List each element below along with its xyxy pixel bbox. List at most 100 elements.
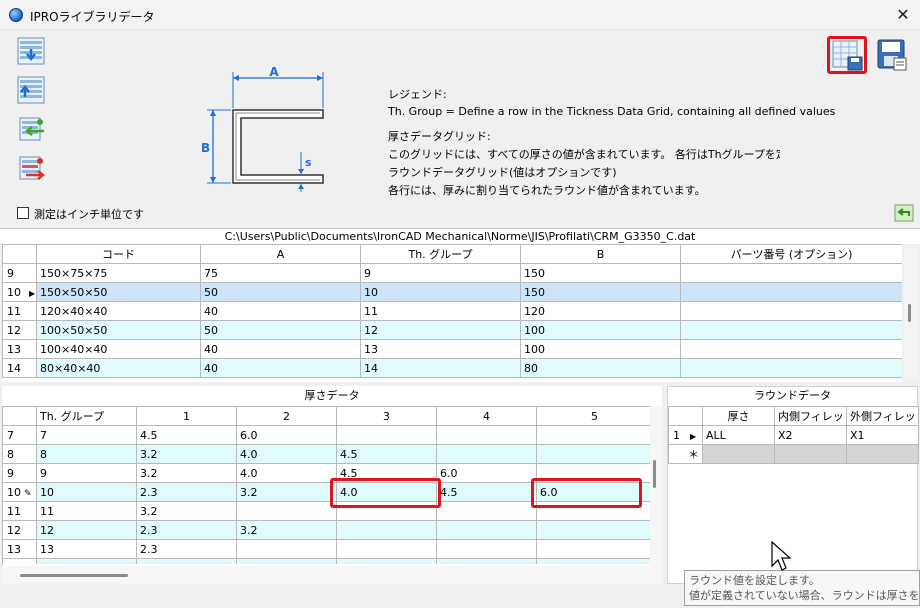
cell-part[interactable] [680,263,902,283]
cell-a[interactable]: 40 [200,358,361,378]
insert-row-below-button[interactable] [16,36,46,66]
close-button[interactable]: ✕ [892,5,914,25]
row-header[interactable]: 8 [2,444,37,464]
row-header[interactable]: 12 [2,520,37,540]
cell-th[interactable]: 14 [360,358,521,378]
cell-b[interactable]: 100 [520,339,681,359]
cell-g[interactable]: 8 [36,444,137,464]
cell-c2[interactable]: 4.0 [236,463,337,483]
cell-b[interactable]: 120 [520,301,681,321]
cell-g[interactable]: 7 [36,425,137,445]
cell-c4[interactable] [436,539,537,559]
thick-col-header-5[interactable]: 4 [436,406,537,426]
round-col-header-0[interactable] [668,406,703,426]
cell-c4[interactable] [436,444,537,464]
table-row[interactable]: 13 13 2.3 [2,539,652,559]
cell-c4[interactable]: 4.5 [436,482,537,502]
cell-part[interactable] [680,320,902,340]
delete-row-button[interactable] [16,153,46,183]
table-row[interactable]: 12 12 2.3 3.2 [2,520,652,540]
cell-c1[interactable]: 2.3 [136,539,237,559]
cell-c5[interactable] [536,558,652,564]
table-row[interactable]: 10 ▶ 150×50×50 50 10 150 [2,282,902,302]
cell-g[interactable]: 9 [36,463,137,483]
cell-c3[interactable] [336,539,437,559]
cell-c2[interactable]: 6.0 [236,425,337,445]
table-row[interactable]: 14142.3 [2,558,652,564]
cell-th[interactable]: 11 [360,301,521,321]
table-row[interactable]: 8 8 3.2 4.0 4.5 [2,444,652,464]
cell-g[interactable]: 13 [36,539,137,559]
cell-outer[interactable]: X1 [846,425,919,445]
cell-c1[interactable]: 3.2 [136,444,237,464]
round-col-header-2[interactable]: 内側フィレット [774,406,847,426]
cell-th[interactable]: 10 [360,282,521,302]
row-header[interactable]: 14 [2,558,37,564]
main-col-header-1[interactable]: コード [36,244,201,264]
main-grid-scrollbar[interactable] [904,246,918,380]
cell-c5[interactable] [536,520,652,540]
cell-part[interactable] [680,339,902,359]
cell-th[interactable]: 9 [360,263,521,283]
new-row[interactable]: ＊ [668,444,919,464]
cell-c2[interactable] [236,539,337,559]
cell-a[interactable]: 75 [200,263,361,283]
row-header[interactable]: 13 [2,339,37,359]
main-col-header-2[interactable]: A [200,244,361,264]
add-row-button[interactable] [16,114,46,144]
cell-g[interactable]: 12 [36,520,137,540]
thick-col-header-0[interactable] [2,406,37,426]
main-col-header-3[interactable]: Th. グループ [360,244,521,264]
cell-b[interactable]: 150 [520,282,681,302]
cell-c1[interactable]: 2.3 [136,482,237,502]
new-row-cell[interactable] [846,444,919,464]
cell-c1[interactable]: 4.5 [136,425,237,445]
cell-c4[interactable] [436,501,537,521]
thick-col-header-4[interactable]: 3 [336,406,437,426]
cell-a[interactable]: 50 [200,320,361,340]
cell-c4[interactable] [436,425,537,445]
cell-code[interactable]: 80×40×40 [36,358,201,378]
table-row[interactable]: 14 80×40×40 40 14 80 [2,358,902,378]
cell-c1[interactable]: 3.2 [136,463,237,483]
main-grid-scroll-thumb[interactable] [908,304,911,322]
inch-units-checkbox[interactable] [17,207,29,219]
row-header[interactable]: 13 [2,539,37,559]
cell-code[interactable]: 100×50×50 [36,320,201,340]
thickness-grid-scrollbar[interactable] [650,406,662,566]
cell-c3[interactable] [336,425,437,445]
cell-inner[interactable]: X2 [774,425,847,445]
thick-col-header-3[interactable]: 2 [236,406,337,426]
round-col-header-3[interactable]: 外側フィレット [846,406,919,426]
main-col-header-0[interactable] [2,244,37,264]
cell-g[interactable]: 10 [36,482,137,502]
cell-c1[interactable]: 3.2 [136,501,237,521]
cell-part[interactable] [680,358,902,378]
thick-col-header-6[interactable]: 5 [536,406,652,426]
cell-th[interactable]: 12 [360,320,521,340]
row-header[interactable]: 11 [2,501,37,521]
row-header[interactable]: 10 ✎ [2,482,37,502]
cell-g[interactable]: 11 [36,501,137,521]
cell-t[interactable]: ALL [702,425,775,445]
cell-c1[interactable]: 2.3 [136,520,237,540]
undo-button[interactable] [894,204,914,222]
row-header[interactable]: 10 ▶ [2,282,37,302]
cell-code[interactable]: 100×40×40 [36,339,201,359]
cell-code[interactable]: 150×50×50 [36,282,201,302]
new-row-cell[interactable] [702,444,775,464]
cell-c5[interactable] [536,444,652,464]
cell-c4[interactable] [436,520,537,540]
table-row[interactable]: 7 7 4.5 6.0 [2,425,652,445]
cell-a[interactable]: 40 [200,301,361,321]
new-row-cell[interactable] [774,444,847,464]
cell-c4[interactable]: 6.0 [436,463,537,483]
cell-c2[interactable] [236,558,337,564]
row-header[interactable]: 9 [2,463,37,483]
cell-c2[interactable]: 4.0 [236,444,337,464]
thickness-grid-hscroll-thumb[interactable] [20,574,128,577]
cell-part[interactable] [680,301,902,321]
cell-a[interactable]: 50 [200,282,361,302]
save-library-button[interactable] [827,36,867,74]
thickness-grid-scroll-thumb[interactable] [653,460,656,488]
